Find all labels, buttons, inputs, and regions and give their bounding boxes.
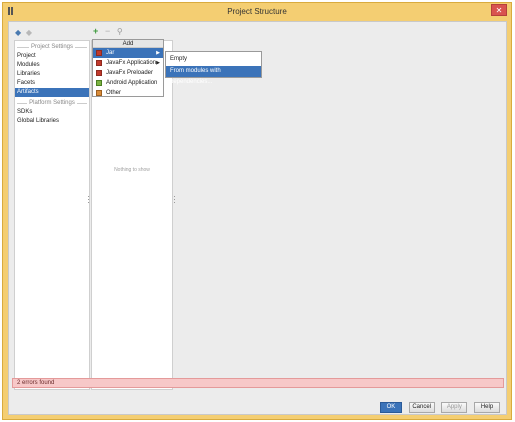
menu-item-other[interactable]: Other (93, 88, 163, 98)
menu-item-javafx-preloader[interactable]: JavaFx Preloader (93, 68, 163, 78)
forward-arrow-icon[interactable]: ◆ (26, 28, 32, 37)
apply-button[interactable]: Apply (441, 402, 468, 413)
menu-item-jar[interactable]: Jar ▶ (93, 48, 163, 58)
jar-icon (96, 50, 102, 56)
sidebar-item-facets[interactable]: Facets (15, 79, 89, 88)
help-button[interactable]: Help (474, 402, 500, 413)
submenu-arrow-icon: ▶ (156, 50, 160, 56)
platform-settings-header: Platform Settings (17, 100, 87, 106)
back-arrow-icon[interactable]: ◆ (15, 28, 21, 37)
android-icon (96, 80, 102, 86)
other-icon (96, 90, 102, 96)
settings-sidebar: Project Settings Project Modules Librari… (14, 40, 90, 390)
submenu-item-empty[interactable]: Empty (166, 54, 261, 65)
sidebar-item-sdks[interactable]: SDKs (15, 108, 89, 117)
error-status-bar[interactable]: 2 errors found (12, 378, 504, 388)
cancel-button[interactable]: Cancel (408, 402, 435, 413)
add-icon[interactable]: + (93, 26, 98, 36)
javafx-icon (96, 60, 102, 66)
submenu-item-from-modules[interactable]: From modules with dependencies... (166, 66, 261, 85)
sidebar-item-modules[interactable]: Modules (15, 61, 89, 70)
window-title: Project Structure (227, 7, 287, 16)
empty-list-message: Nothing to show (114, 167, 150, 173)
artifacts-toolbar: + − ⚲ (93, 26, 128, 36)
title-bar[interactable]: Project Structure ✕ (3, 3, 511, 19)
project-settings-header: Project Settings (17, 44, 87, 50)
navigation-arrows: ◆ ◆ (15, 28, 35, 37)
search-icon[interactable]: ⚲ (117, 27, 123, 37)
remove-icon[interactable]: − (105, 26, 110, 36)
menu-item-javafx-application[interactable]: JavaFx Application ▶ (93, 58, 163, 68)
sidebar-item-project[interactable]: Project (15, 52, 89, 61)
splitter-handle[interactable] (88, 196, 90, 204)
add-artifact-popup: Add Jar ▶ JavaFx Application ▶ JavaFx Pr… (92, 39, 164, 97)
submenu-arrow-icon: ▶ (156, 60, 160, 66)
dialog-body: ◆ ◆ + − ⚲ Project Settings Project Modul… (8, 21, 507, 415)
menu-item-android-application[interactable]: Android Application (93, 78, 163, 88)
dialog-buttons: OK Cancel Apply Help (375, 402, 500, 414)
sidebar-item-artifacts[interactable]: Artifacts (15, 88, 89, 97)
sidebar-item-libraries[interactable]: Libraries (15, 70, 89, 79)
sidebar-item-global-libraries[interactable]: Global Libraries (15, 117, 89, 126)
popup-title: Add (93, 40, 163, 48)
jar-submenu: Empty From modules with dependencies... (165, 51, 262, 85)
splitter-handle-right[interactable] (174, 196, 176, 204)
close-button[interactable]: ✕ (491, 4, 507, 16)
project-structure-window: Project Structure ✕ ◆ ◆ + − ⚲ Project Se… (2, 2, 512, 420)
javafx-icon (96, 70, 102, 76)
ok-button[interactable]: OK (379, 402, 402, 413)
